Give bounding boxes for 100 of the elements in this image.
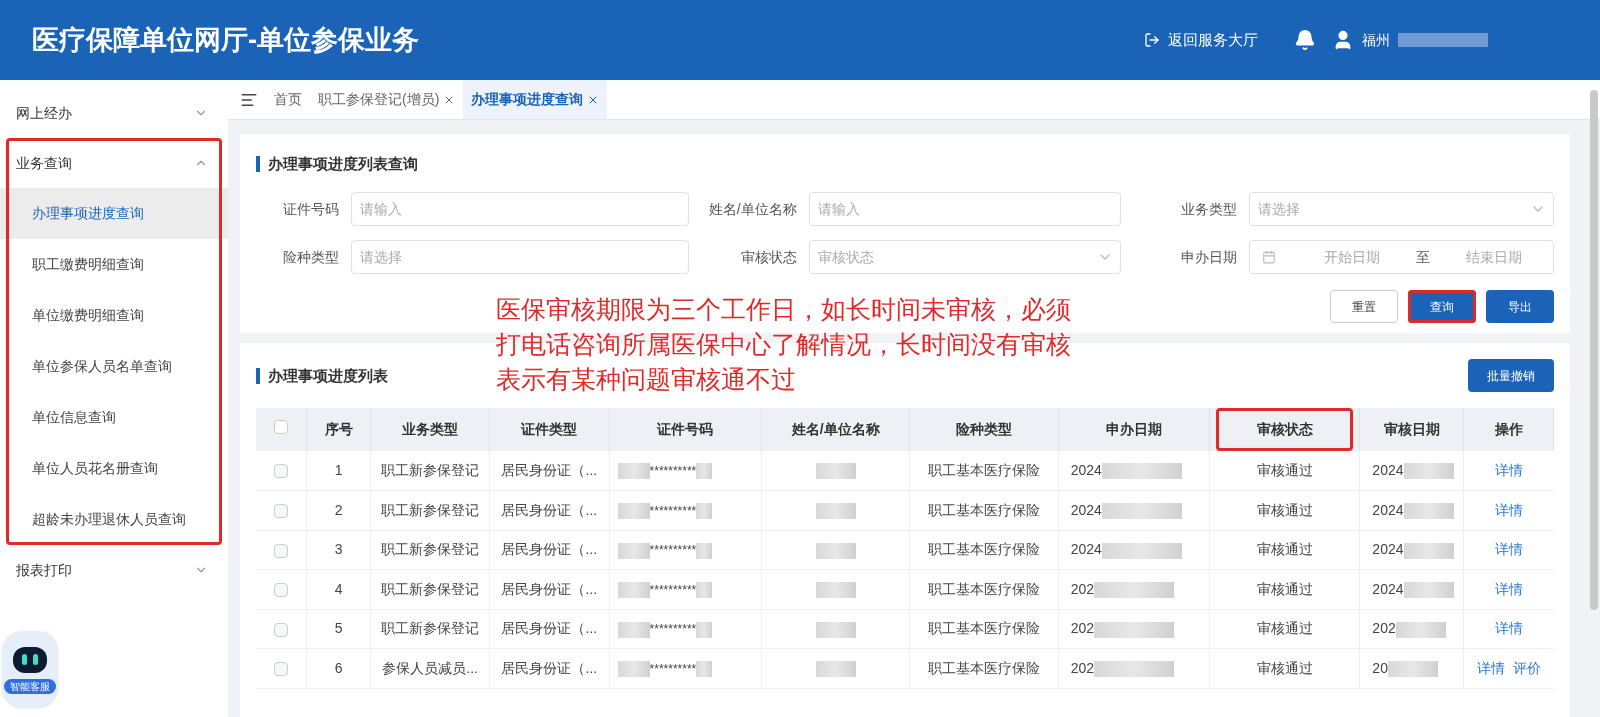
table-cell: 职工新参保登记 [370, 490, 490, 530]
user-name[interactable]: 福州 [1362, 29, 1390, 51]
table-cell: 2024 [1070, 462, 1102, 478]
table-cell: 居民身份证（... [489, 490, 610, 530]
table-cell: ********** [649, 622, 697, 637]
sidebar-group[interactable]: 网上经办 [6, 88, 222, 138]
sidebar-group[interactable]: 业务查询 [6, 138, 222, 188]
checkbox[interactable] [274, 662, 288, 677]
column-header: 证件号码 [609, 408, 762, 451]
blurred-text [617, 661, 650, 678]
sidebar-item[interactable]: 办理事项进度查询 [0, 188, 228, 239]
blurred-text [617, 582, 650, 599]
start-date-placeholder: 开始日期 [1324, 247, 1381, 267]
blurred-text [696, 463, 713, 480]
column-header: 险种类型 [909, 408, 1059, 451]
table-cell: 202 [1372, 620, 1396, 637]
input-field[interactable]: 请输入 [808, 192, 1122, 226]
date-range-field[interactable]: 开始日期 至 结束日期 [1249, 240, 1554, 274]
blurred-text [1403, 582, 1454, 599]
sidebar-item[interactable]: 单位缴费明细查询 [0, 290, 228, 341]
table-cell: 职工新参保登记 [370, 530, 490, 570]
table-action-link[interactable]: 详情 [1494, 462, 1523, 478]
table-action-link[interactable]: 详情 [1494, 580, 1523, 597]
select-field[interactable]: 审核状态 [808, 240, 1122, 274]
sidebar-item[interactable]: 单位信息查询 [0, 392, 228, 443]
table-cell: 3 [306, 530, 371, 570]
action-button[interactable]: 查询 [1408, 290, 1476, 323]
table-cell: 审核通过 [1209, 569, 1360, 609]
table-cell: 2024 [1070, 501, 1102, 518]
tab[interactable]: 办理事项进度查询 [463, 80, 608, 119]
table-cell: ********** [649, 464, 697, 478]
blurred-text [1403, 503, 1454, 520]
table-action-link[interactable]: 详情 [1494, 501, 1523, 518]
tab[interactable]: 首页 [266, 80, 310, 119]
blurred-text [815, 582, 856, 599]
blurred-text [1403, 463, 1454, 480]
table-cell: ********** [649, 503, 697, 518]
blurred-text [815, 661, 856, 678]
table-cell: 2024 [1372, 462, 1404, 478]
blurred-text [815, 621, 856, 638]
back-to-hall-link[interactable]: 返回服务大厅 [1144, 28, 1258, 52]
table-action-link[interactable]: 详情 [1494, 541, 1523, 558]
table-cell: 职工新参保登记 [370, 569, 490, 609]
table-cell: 1 [306, 451, 371, 491]
blurred-text [617, 621, 650, 638]
robot-icon [11, 644, 49, 675]
blurred-text [696, 582, 713, 599]
table-cell: 居民身份证（... [489, 648, 610, 688]
table-cell: 职工基本医疗保险 [909, 451, 1059, 491]
blurred-text [815, 463, 856, 480]
column-header: 审核状态 [1209, 408, 1360, 451]
checkbox[interactable] [274, 622, 288, 637]
input-field[interactable]: 请输入 [351, 192, 689, 226]
table-cell: 2024 [1070, 541, 1102, 558]
tab[interactable]: 职工参保登记(增员) [310, 80, 464, 119]
blurred-text [815, 503, 856, 520]
notification-icon[interactable] [1294, 29, 1316, 51]
table-cell: 202 [1070, 620, 1095, 637]
checkbox[interactable] [274, 504, 288, 519]
blurred-text [1403, 542, 1454, 559]
annotation-text: 医保审核期限为三个工作日，如长时间未审核，必须打电话咨询所属医保中心了解情况，长时间没有审核表示有某种问题审核通不过 [496, 294, 1072, 395]
blurred-text [1395, 621, 1446, 638]
table-cell: 居民身份证（... [489, 530, 610, 570]
table-cell: 职工新参保登记 [370, 451, 490, 491]
action-button[interactable]: 重置 [1330, 290, 1398, 323]
action-button[interactable]: 导出 [1486, 290, 1554, 323]
table-cell: 审核通过 [1209, 490, 1360, 530]
column-header: 申办日期 [1058, 408, 1210, 451]
sidebar-item[interactable]: 职工缴费明细查询 [0, 239, 228, 290]
table-cell: 职工新参保登记 [370, 609, 490, 649]
checkbox[interactable] [274, 420, 288, 434]
panel-title: 办理事项进度列表查询 [256, 156, 1554, 172]
blurred-text [1387, 661, 1438, 678]
table-action-link[interactable]: 详情 [1476, 659, 1505, 676]
table-cell: 职工基本医疗保险 [909, 569, 1059, 609]
blurred-text [815, 542, 856, 559]
select-field[interactable]: 请选择 [1249, 192, 1554, 226]
checkbox[interactable] [274, 464, 288, 479]
input-field[interactable]: 请选择 [351, 240, 689, 274]
batch-cancel-button[interactable]: 批量撤销 [1468, 359, 1554, 392]
column-header: 业务类型 [370, 408, 490, 451]
table-cell: 职工基本医疗保险 [909, 490, 1059, 530]
column-header: 审核日期 [1359, 408, 1464, 451]
sidebar-item[interactable]: 单位参保人员名单查询 [0, 341, 228, 392]
table-action-link[interactable]: 详情 [1494, 620, 1523, 637]
sidebar-group[interactable]: 报表打印 [6, 545, 222, 595]
checkbox[interactable] [274, 583, 288, 598]
checkbox[interactable] [274, 543, 288, 558]
field-label: 申办日期 [1180, 247, 1239, 267]
blurred-text [696, 621, 713, 638]
sidebar-item[interactable]: 单位人员花名册查询 [0, 443, 228, 494]
table-action-link[interactable]: 评价 [1512, 659, 1541, 676]
chat-assistant-label: 智能客服 [4, 678, 56, 694]
table-cell: ********** [649, 543, 697, 558]
field-label: 姓名/单位名称 [707, 199, 798, 219]
table-cell: 20 [1372, 659, 1388, 676]
table-cell: 2 [306, 490, 371, 530]
sidebar-item[interactable]: 超龄未办理退休人员查询 [0, 494, 228, 545]
chat-assistant-button[interactable]: 智能客服 [2, 631, 58, 707]
table-cell: 6 [306, 648, 371, 688]
